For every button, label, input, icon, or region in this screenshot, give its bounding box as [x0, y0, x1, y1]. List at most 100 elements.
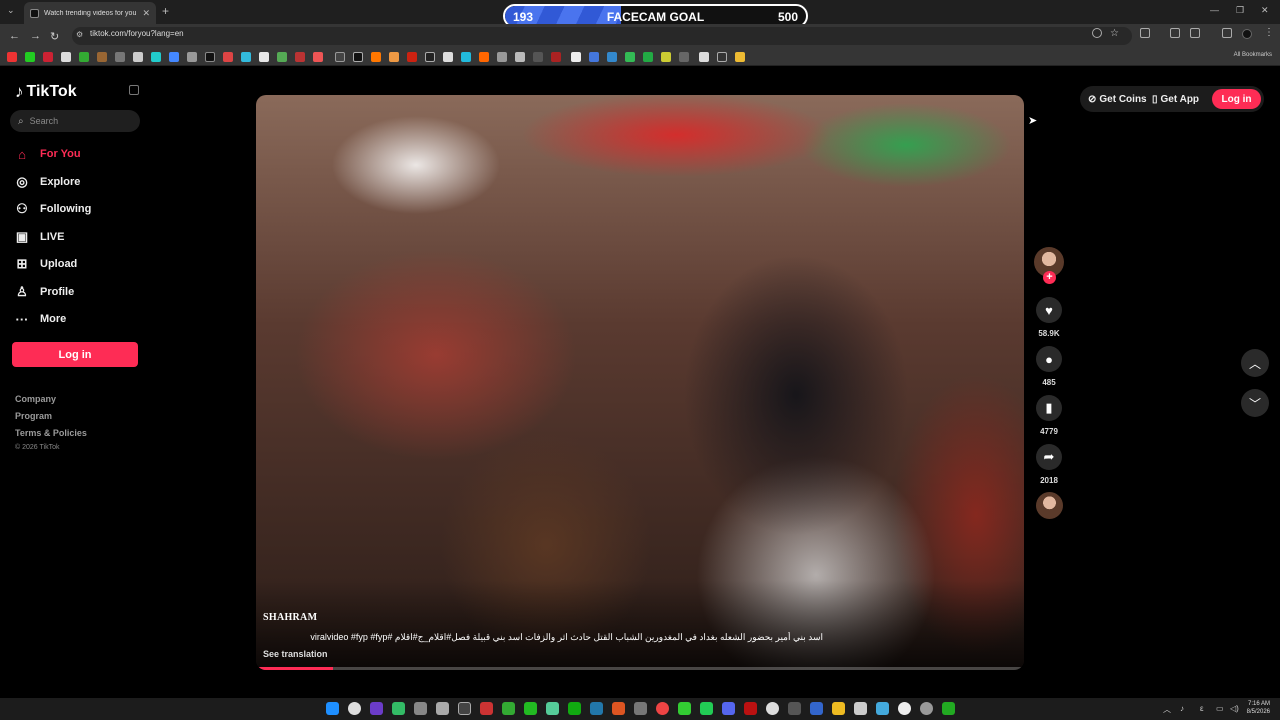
taskbar-app-icon[interactable] [370, 702, 383, 715]
follow-plus-icon[interactable]: + [1043, 271, 1056, 284]
bookmark-icon[interactable] [353, 52, 363, 62]
password-icon[interactable] [1170, 28, 1180, 38]
bookmark-icon[interactable] [61, 52, 71, 62]
taskbar-app-icon[interactable] [898, 702, 911, 715]
taskbar-search-icon[interactable] [348, 702, 361, 715]
bookmark-icon[interactable] [443, 52, 453, 62]
tray-mic-icon[interactable]: ♪ [1180, 704, 1184, 713]
taskbar-app-icon[interactable] [788, 702, 801, 715]
video-player[interactable]: SHAHRAM اسد بني أمير بحضور الشعله بغداد … [256, 95, 1024, 670]
forward-icon[interactable]: → [30, 30, 41, 42]
tray-volume-icon[interactable]: ◁) [1230, 704, 1239, 713]
bookmark-icon[interactable] [371, 52, 381, 62]
taskbar-whatsapp-icon[interactable] [700, 702, 713, 715]
taskbar-app-icon[interactable] [524, 702, 537, 715]
taskbar-app-icon[interactable] [876, 702, 889, 715]
bookmark-youtube-icon[interactable] [7, 52, 17, 62]
nav-profile[interactable]: ♙ Profile [14, 283, 74, 301]
footer-program-link[interactable]: Program [15, 411, 52, 421]
bookmark-icon[interactable] [735, 52, 745, 62]
bookmark-icon[interactable] [223, 52, 233, 62]
taskbar-app-icon[interactable] [942, 702, 955, 715]
bookmark-icon[interactable] [515, 52, 525, 62]
taskbar-app-icon[interactable] [744, 702, 757, 715]
next-video-button[interactable]: ﹀ [1241, 389, 1269, 417]
bookmark-icon[interactable] [389, 52, 399, 62]
minimize-icon[interactable]: — [1210, 5, 1219, 15]
taskbar-app-icon[interactable] [678, 702, 691, 715]
see-translation-link[interactable]: See translation [263, 649, 328, 659]
tiktok-logo[interactable]: ♪ TikTok [15, 82, 77, 102]
bookmark-icon[interactable] [533, 52, 543, 62]
bookmark-icon[interactable] [589, 52, 599, 62]
taskbar-app-icon[interactable] [766, 702, 779, 715]
bookmark-icon[interactable] [643, 52, 653, 62]
bookmark-icon[interactable] [151, 52, 161, 62]
nav-live[interactable]: ▣ LIVE [14, 228, 65, 246]
collapse-sidebar-icon[interactable] [129, 85, 139, 95]
taskbar-steam-icon[interactable] [590, 702, 603, 715]
nav-for-you[interactable]: ⌂ For You [14, 145, 80, 163]
extensions-icon[interactable] [1140, 28, 1150, 38]
translate-icon[interactable] [1190, 28, 1200, 38]
close-tab-icon[interactable]: ✕ [142, 8, 150, 19]
search-input[interactable] [29, 116, 125, 126]
top-login-button[interactable]: Log in [1212, 89, 1261, 109]
all-bookmarks[interactable]: All Bookmarks [1234, 52, 1272, 58]
tray-lang-icon[interactable]: ε [1200, 704, 1204, 713]
taskbar-app-icon[interactable] [414, 702, 427, 715]
previous-video-button[interactable]: ︿ [1241, 349, 1269, 377]
bookmark-icon[interactable] [699, 52, 709, 62]
bookmark-icon[interactable] [335, 52, 345, 62]
bookmark-icon[interactable] [679, 52, 689, 62]
tray-chevron-icon[interactable]: ︿ [1163, 704, 1171, 715]
star-icon[interactable]: ☆ [1110, 28, 1119, 39]
url-text[interactable]: tiktok.com/foryou?lang=en [90, 29, 184, 38]
bookmark-icon[interactable] [407, 52, 417, 62]
bookmark-icon[interactable] [115, 52, 125, 62]
bookmark-icon[interactable] [661, 52, 671, 62]
taskbar-app-icon[interactable] [546, 702, 559, 715]
taskbar-app-icon[interactable] [854, 702, 867, 715]
site-info-icon[interactable]: ⚙ [76, 30, 83, 39]
footer-company-link[interactable]: Company [15, 394, 56, 404]
taskbar-app-icon[interactable] [612, 702, 625, 715]
taskbar-app-icon[interactable] [920, 702, 933, 715]
new-tab-icon[interactable]: + [162, 4, 169, 18]
profile-avatar-icon[interactable] [1242, 29, 1252, 39]
get-app-button[interactable]: ▯ Get App [1152, 90, 1199, 108]
bookmark-icon[interactable] [169, 52, 179, 62]
taskbar-app-icon[interactable] [392, 702, 405, 715]
bookmark-icon[interactable] [241, 52, 251, 62]
bookmark-netflix-icon[interactable] [43, 52, 53, 62]
maximize-icon[interactable]: ❐ [1236, 5, 1244, 16]
footer-terms-link[interactable]: Terms & Policies [15, 428, 87, 438]
share-button[interactable]: ➦ [1036, 444, 1062, 470]
windows-start-icon[interactable] [326, 702, 339, 715]
bookmark-icon[interactable] [259, 52, 269, 62]
taskbar-file-explorer-icon[interactable] [832, 702, 845, 715]
bookmark-tiktok-icon[interactable] [205, 52, 215, 62]
nav-more[interactable]: ··· More [14, 310, 67, 328]
bookmark-icon[interactable] [571, 52, 581, 62]
comment-button[interactable]: ● [1036, 346, 1062, 372]
bookmark-x-icon[interactable] [133, 52, 143, 62]
back-icon[interactable]: ← [9, 30, 20, 42]
taskbar-app-icon[interactable] [436, 702, 449, 715]
taskbar-app-icon[interactable] [502, 702, 515, 715]
system-clock[interactable]: 7:16 AM 8/5/2026 [1247, 700, 1270, 716]
sidebar-login-button[interactable]: Log in [12, 342, 138, 367]
get-coins-button[interactable]: ⊘ Get Coins [1088, 90, 1147, 108]
reload-icon[interactable]: ↻ [50, 30, 59, 43]
bookmark-icon[interactable] [461, 52, 471, 62]
save-button[interactable]: ▮ [1036, 395, 1062, 421]
taskbar-app-icon[interactable] [458, 702, 471, 715]
taskbar-xbox-icon[interactable] [568, 702, 581, 715]
bookmark-icon[interactable] [551, 52, 561, 62]
tab-search-icon[interactable]: ⌄ [7, 5, 15, 16]
url-field[interactable] [72, 27, 1132, 45]
bookmark-icon[interactable] [295, 52, 305, 62]
zoom-icon[interactable] [1092, 28, 1102, 38]
tray-network-icon[interactable]: ▭ [1216, 704, 1224, 713]
bookmark-icon[interactable] [717, 52, 727, 62]
